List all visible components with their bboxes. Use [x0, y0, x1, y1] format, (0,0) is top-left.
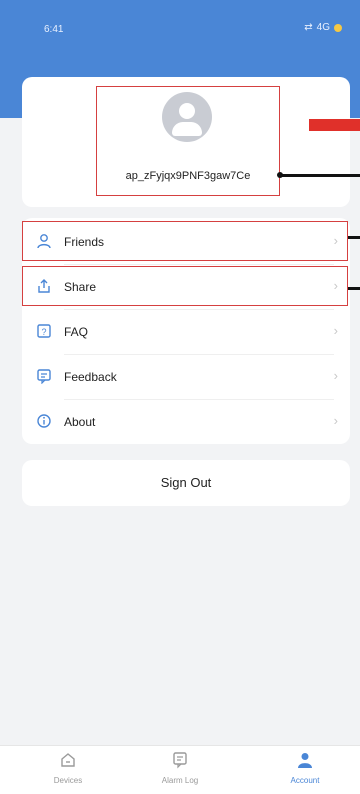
menu-label-feedback: Feedback: [64, 370, 117, 384]
chevron-right-icon: ›: [333, 413, 338, 428]
tab-bar: Devices Alarm Log Account: [0, 745, 360, 794]
tab-alarm-log[interactable]: Alarm Log: [140, 750, 220, 785]
menu-label-about: About: [64, 415, 96, 429]
menu-item-about[interactable]: About ›: [22, 400, 350, 444]
info-icon: [37, 414, 51, 428]
chevron-right-icon: ›: [333, 368, 338, 383]
home-icon: [61, 753, 75, 767]
network-label: 4G: [316, 22, 330, 33]
status-right: ⇄ 4G: [304, 22, 342, 33]
tab-account[interactable]: Account: [265, 750, 345, 785]
alarm-log-icon: [173, 752, 187, 769]
sign-out-button[interactable]: Sign Out: [22, 460, 350, 506]
annotation-box-share: [22, 266, 348, 306]
account-screen: 6:41 ⇄ 4G ap_zFyjqx9PNF3gaw7Ce Friends ›…: [0, 0, 360, 794]
annotation-pointer-line: [348, 236, 360, 239]
menu-item-faq[interactable]: ? FAQ ›: [22, 310, 350, 354]
signal-icon: ⇄: [304, 22, 313, 33]
annotation-box-friends: [22, 221, 348, 261]
tab-label-alarm-log: Alarm Log: [161, 776, 199, 785]
annotation-pointer-line: [277, 172, 360, 178]
annotation-pointer-dot: [277, 172, 283, 178]
feedback-icon: [37, 369, 51, 384]
svg-text:?: ?: [41, 327, 46, 337]
tab-label-account: Account: [290, 776, 320, 785]
battery-icon: [334, 23, 342, 32]
account-icon: [298, 753, 312, 768]
tab-label-devices: Devices: [53, 776, 83, 785]
annotation-red-arrow: [309, 119, 360, 131]
annotation-box-profile: [96, 86, 280, 196]
tab-devices[interactable]: Devices: [28, 750, 108, 785]
chevron-right-icon: ›: [333, 323, 338, 338]
status-time: 6:41: [44, 24, 64, 35]
annotation-pointer-line: [348, 287, 360, 290]
faq-icon: ?: [37, 324, 51, 338]
menu-label-faq: FAQ: [64, 325, 89, 339]
menu-item-feedback[interactable]: Feedback ›: [22, 355, 350, 399]
status-bar: 6:41 ⇄ 4G: [0, 0, 360, 60]
